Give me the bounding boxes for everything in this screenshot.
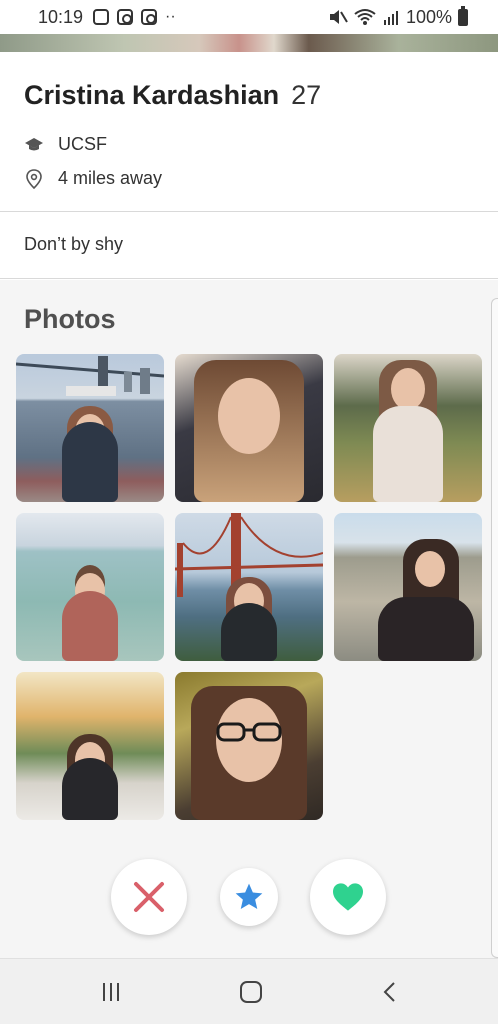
scroll-handle[interactable] <box>491 298 498 958</box>
person-face <box>415 551 445 587</box>
photos-section-title: Photos <box>24 304 116 334</box>
wifi-icon <box>354 9 376 25</box>
name-row: Cristina Kardashian 27 <box>24 80 321 111</box>
status-bar: 10:19 ·· 100% <box>0 0 498 34</box>
photo-thumbnail-3[interactable] <box>334 354 482 502</box>
bio-text: Don’t by shy <box>24 234 124 254</box>
status-time: 10:19 <box>38 6 84 27</box>
gallery-notification-icon <box>93 9 110 25</box>
main-photo-bottom-edge[interactable] <box>0 34 498 52</box>
person-body <box>221 603 277 661</box>
home-icon[interactable] <box>236 979 266 1005</box>
like-button[interactable] <box>310 859 386 935</box>
battery-icon <box>458 5 468 26</box>
graduation-cap-icon <box>25 137 43 150</box>
location-pin-icon <box>26 168 42 189</box>
x-icon <box>134 882 164 912</box>
person-body <box>373 406 443 502</box>
distance-row: 4 miles away <box>24 168 162 189</box>
dislike-button[interactable] <box>111 859 187 935</box>
distance-label: 4 miles away <box>58 168 163 188</box>
photo-thumbnail-6[interactable] <box>334 513 482 661</box>
photo-thumbnail-8[interactable] <box>175 672 323 820</box>
profile-age: 27 <box>291 80 322 110</box>
photo-thumbnail-2[interactable] <box>175 354 323 502</box>
instagram-notification-icon <box>117 9 134 25</box>
divider <box>0 278 498 279</box>
back-icon[interactable] <box>376 979 406 1005</box>
photo-thumbnail-5[interactable] <box>175 513 323 661</box>
mute-icon <box>329 10 348 24</box>
photo-thumbnail-7[interactable] <box>16 672 164 820</box>
photo-thumbnail-4[interactable] <box>16 513 164 661</box>
signal-icon <box>383 11 398 25</box>
person-face <box>218 378 280 454</box>
bridge-illustration <box>16 356 164 396</box>
person-body <box>62 422 118 502</box>
system-navigation-bar <box>0 958 498 1024</box>
school-row: UCSF <box>24 134 107 155</box>
battery-percent: 100% <box>405 6 452 27</box>
recent-apps-icon[interactable] <box>98 979 128 1005</box>
profile-name: Cristina Kardashian <box>24 80 280 110</box>
more-notifications-icon: ·· <box>165 8 176 25</box>
person-body <box>378 597 474 661</box>
photo-thumbnail-1[interactable] <box>16 354 164 502</box>
star-icon <box>235 883 263 909</box>
superlike-button[interactable] <box>220 868 278 926</box>
person-body <box>62 758 118 820</box>
glasses-icon <box>216 722 282 742</box>
person-body <box>62 591 118 661</box>
instagram-notification-icon-2 <box>141 9 158 25</box>
heart-icon <box>333 883 363 911</box>
school-label: UCSF <box>58 134 107 154</box>
person-face <box>391 368 425 410</box>
